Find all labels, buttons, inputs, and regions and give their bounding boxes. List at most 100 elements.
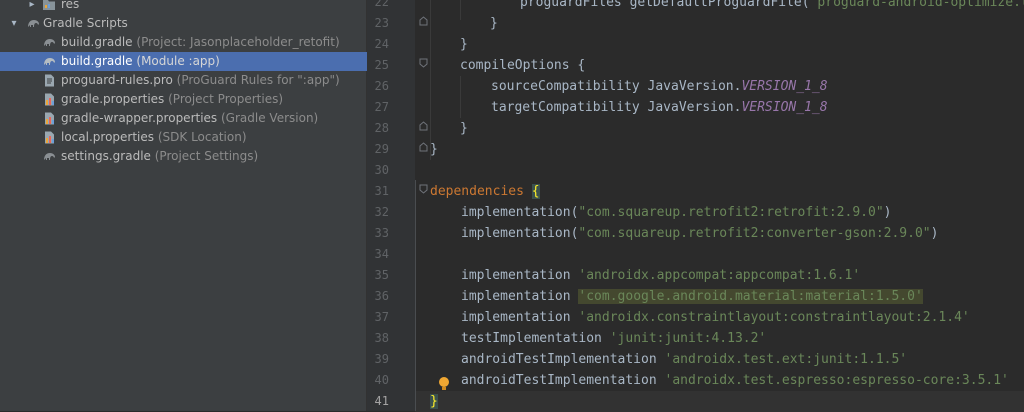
- string-literal: 'proguard-android-optimize.txt': [809, 0, 1024, 10]
- line-number: 28: [374, 121, 389, 135]
- code-line-25[interactable]: compileOptions {: [460, 55, 585, 76]
- tree-item-hint: (Project: Jasonplaceholder_retofit): [136, 35, 340, 49]
- tree-item-label: proguard-rules.pro: [61, 73, 173, 87]
- string-literal: 'androidx.test.ext:junit:1.1.5': [664, 352, 908, 367]
- chevron-right-icon[interactable]: ▸: [26, 0, 38, 14]
- code-line-23[interactable]: }: [490, 13, 498, 34]
- tree-item-proguard-rules[interactable]: proguard-rules.pro (ProGuard Rules for "…: [0, 71, 367, 90]
- line-number: 38: [374, 331, 389, 345]
- code-line-37[interactable]: implementation 'androidx.constraintlayou…: [461, 307, 970, 328]
- code-line-33[interactable]: implementation("com.squareup.retrofit2:c…: [461, 223, 938, 244]
- properties-file-icon: [45, 112, 54, 125]
- constant: VERSION_1_8: [741, 79, 828, 94]
- tree-item-hint: (ProGuard Rules for ":app"): [176, 73, 340, 87]
- code-line-26[interactable]: sourceCompatibility JavaVersion.VERSION_…: [491, 76, 828, 97]
- code-text: androidTestImplementation: [461, 373, 665, 388]
- line-number: 36: [374, 289, 389, 303]
- tree-item-build-gradle-module[interactable]: build.gradle (Module :app): [0, 52, 367, 71]
- code-line-28[interactable]: }: [460, 118, 468, 139]
- string-literal: "com.squareup.retrofit2:retrofit:2.9.0": [578, 205, 884, 220]
- tree-item-res[interactable]: ▸ res: [0, 0, 367, 14]
- line-number: 27: [374, 100, 389, 114]
- tree-item-hint: (Project Settings): [154, 149, 259, 163]
- code-line-31[interactable]: dependencies {: [430, 181, 540, 202]
- code-text: androidTestImplementation: [461, 352, 665, 367]
- code-line-39[interactable]: androidTestImplementation 'androidx.test…: [461, 349, 907, 370]
- line-number-current: 41: [374, 394, 389, 408]
- line-number: 26: [374, 79, 389, 93]
- string-literal: 'androidx.appcompat:appcompat:1.6.1': [578, 268, 861, 283]
- properties-file-icon: [45, 131, 54, 144]
- tree-item-label: build.gradle: [61, 54, 133, 68]
- string-literal: 'androidx.test.espresso:espresso-core:3.…: [664, 373, 1009, 388]
- code-line-29[interactable]: }: [430, 139, 438, 160]
- gradle-elephant-icon: [44, 153, 55, 160]
- fold-end-icon[interactable]: [419, 121, 428, 131]
- project-tree-panel: ▸ res ▾ Gradle Scripts build.gradle (Pro…: [0, 0, 367, 411]
- code-line-32[interactable]: implementation("com.squareup.retrofit2:r…: [461, 202, 891, 223]
- code-line-22[interactable]: proguardFiles getDefaultProguardFile('pr…: [520, 0, 1024, 13]
- code-text: ): [930, 226, 939, 241]
- gradle-elephant-icon: [44, 58, 55, 65]
- gradle-elephant-icon: [44, 39, 55, 46]
- tree-item-gradle-wrapper-properties[interactable]: gradle-wrapper.properties (Gradle Versio…: [0, 109, 367, 128]
- string-literal-warning[interactable]: 'com.google.android.material:material:1.…: [578, 289, 923, 304]
- line-number: 30: [374, 163, 389, 177]
- code-text: proguardFiles getDefaultProguardFile(: [520, 0, 810, 10]
- code-line-36[interactable]: implementation 'com.google.android.mater…: [461, 286, 923, 307]
- code-text: implementation: [461, 289, 579, 304]
- code-line-38[interactable]: testImplementation 'junit:junit:4.13.2': [461, 328, 766, 349]
- tree-item-hint: (Module :app): [136, 54, 220, 68]
- line-number: 35: [374, 268, 389, 282]
- code-text: implementation(: [461, 205, 579, 220]
- code-line-24[interactable]: }: [460, 34, 468, 55]
- indent-guide: [460, 0, 461, 20]
- indent-guide: [460, 76, 461, 118]
- code-line-41[interactable]: }: [430, 391, 438, 412]
- fold-end-icon[interactable]: [419, 16, 428, 26]
- code-text: implementation(: [461, 226, 579, 241]
- chevron-down-icon[interactable]: ▾: [8, 14, 20, 33]
- code-text: sourceCompatibility JavaVersion.: [491, 79, 742, 94]
- tree-item-local-properties[interactable]: local.properties (SDK Location): [0, 128, 367, 147]
- keyword: dependencies: [430, 184, 524, 199]
- tree-item-hint: (Gradle Version): [221, 111, 319, 125]
- properties-file-icon: [45, 93, 54, 106]
- string-literal: 'androidx.constraintlayout:constraintlay…: [578, 310, 970, 325]
- line-number: 24: [374, 37, 389, 51]
- fold-start-icon[interactable]: [419, 184, 428, 194]
- line-number: 40: [374, 373, 389, 387]
- current-line-highlight: [415, 391, 1024, 412]
- fold-start-icon[interactable]: [419, 58, 428, 68]
- string-literal: "com.squareup.retrofit2:converter-gson:2…: [578, 226, 931, 241]
- matched-brace: {: [531, 184, 540, 199]
- line-number: 31: [374, 184, 389, 198]
- line-number: 37: [374, 310, 389, 324]
- tree-item-label: Gradle Scripts: [43, 16, 128, 30]
- line-number: 25: [374, 58, 389, 72]
- scope-guide: [415, 180, 416, 411]
- tree-item-hint: (Project Properties): [168, 92, 284, 106]
- tree-item-build-gradle-project[interactable]: build.gradle (Project: Jasonplaceholder_…: [0, 33, 367, 52]
- line-number: 32: [374, 205, 389, 219]
- lightbulb-icon[interactable]: [437, 376, 451, 392]
- tree-item-gradle-scripts[interactable]: ▾ Gradle Scripts: [0, 14, 367, 33]
- line-number: 34: [374, 247, 389, 261]
- line-number: 33: [374, 226, 389, 240]
- code-line-35[interactable]: implementation 'androidx.appcompat:appco…: [461, 265, 860, 286]
- code-text: implementation: [461, 310, 579, 325]
- code-line-40[interactable]: androidTestImplementation 'androidx.test…: [461, 370, 1009, 391]
- code-text: ): [883, 205, 892, 220]
- line-number: 39: [374, 352, 389, 366]
- tree-item-gradle-properties[interactable]: gradle.properties (Project Properties): [0, 90, 367, 109]
- matched-brace: }: [430, 394, 438, 409]
- code-line-27[interactable]: targetCompatibility JavaVersion.VERSION_…: [491, 97, 828, 118]
- tree-item-settings-gradle[interactable]: settings.gradle (Project Settings): [0, 147, 367, 166]
- fold-end-icon[interactable]: [419, 142, 428, 152]
- line-number: 23: [374, 16, 389, 30]
- string-literal: 'junit:junit:4.13.2': [609, 331, 767, 346]
- code-text: testImplementation: [461, 331, 610, 346]
- code-text: targetCompatibility JavaVersion.: [491, 100, 742, 115]
- tree-item-label: res: [61, 0, 80, 11]
- gradle-elephant-icon: [28, 20, 39, 27]
